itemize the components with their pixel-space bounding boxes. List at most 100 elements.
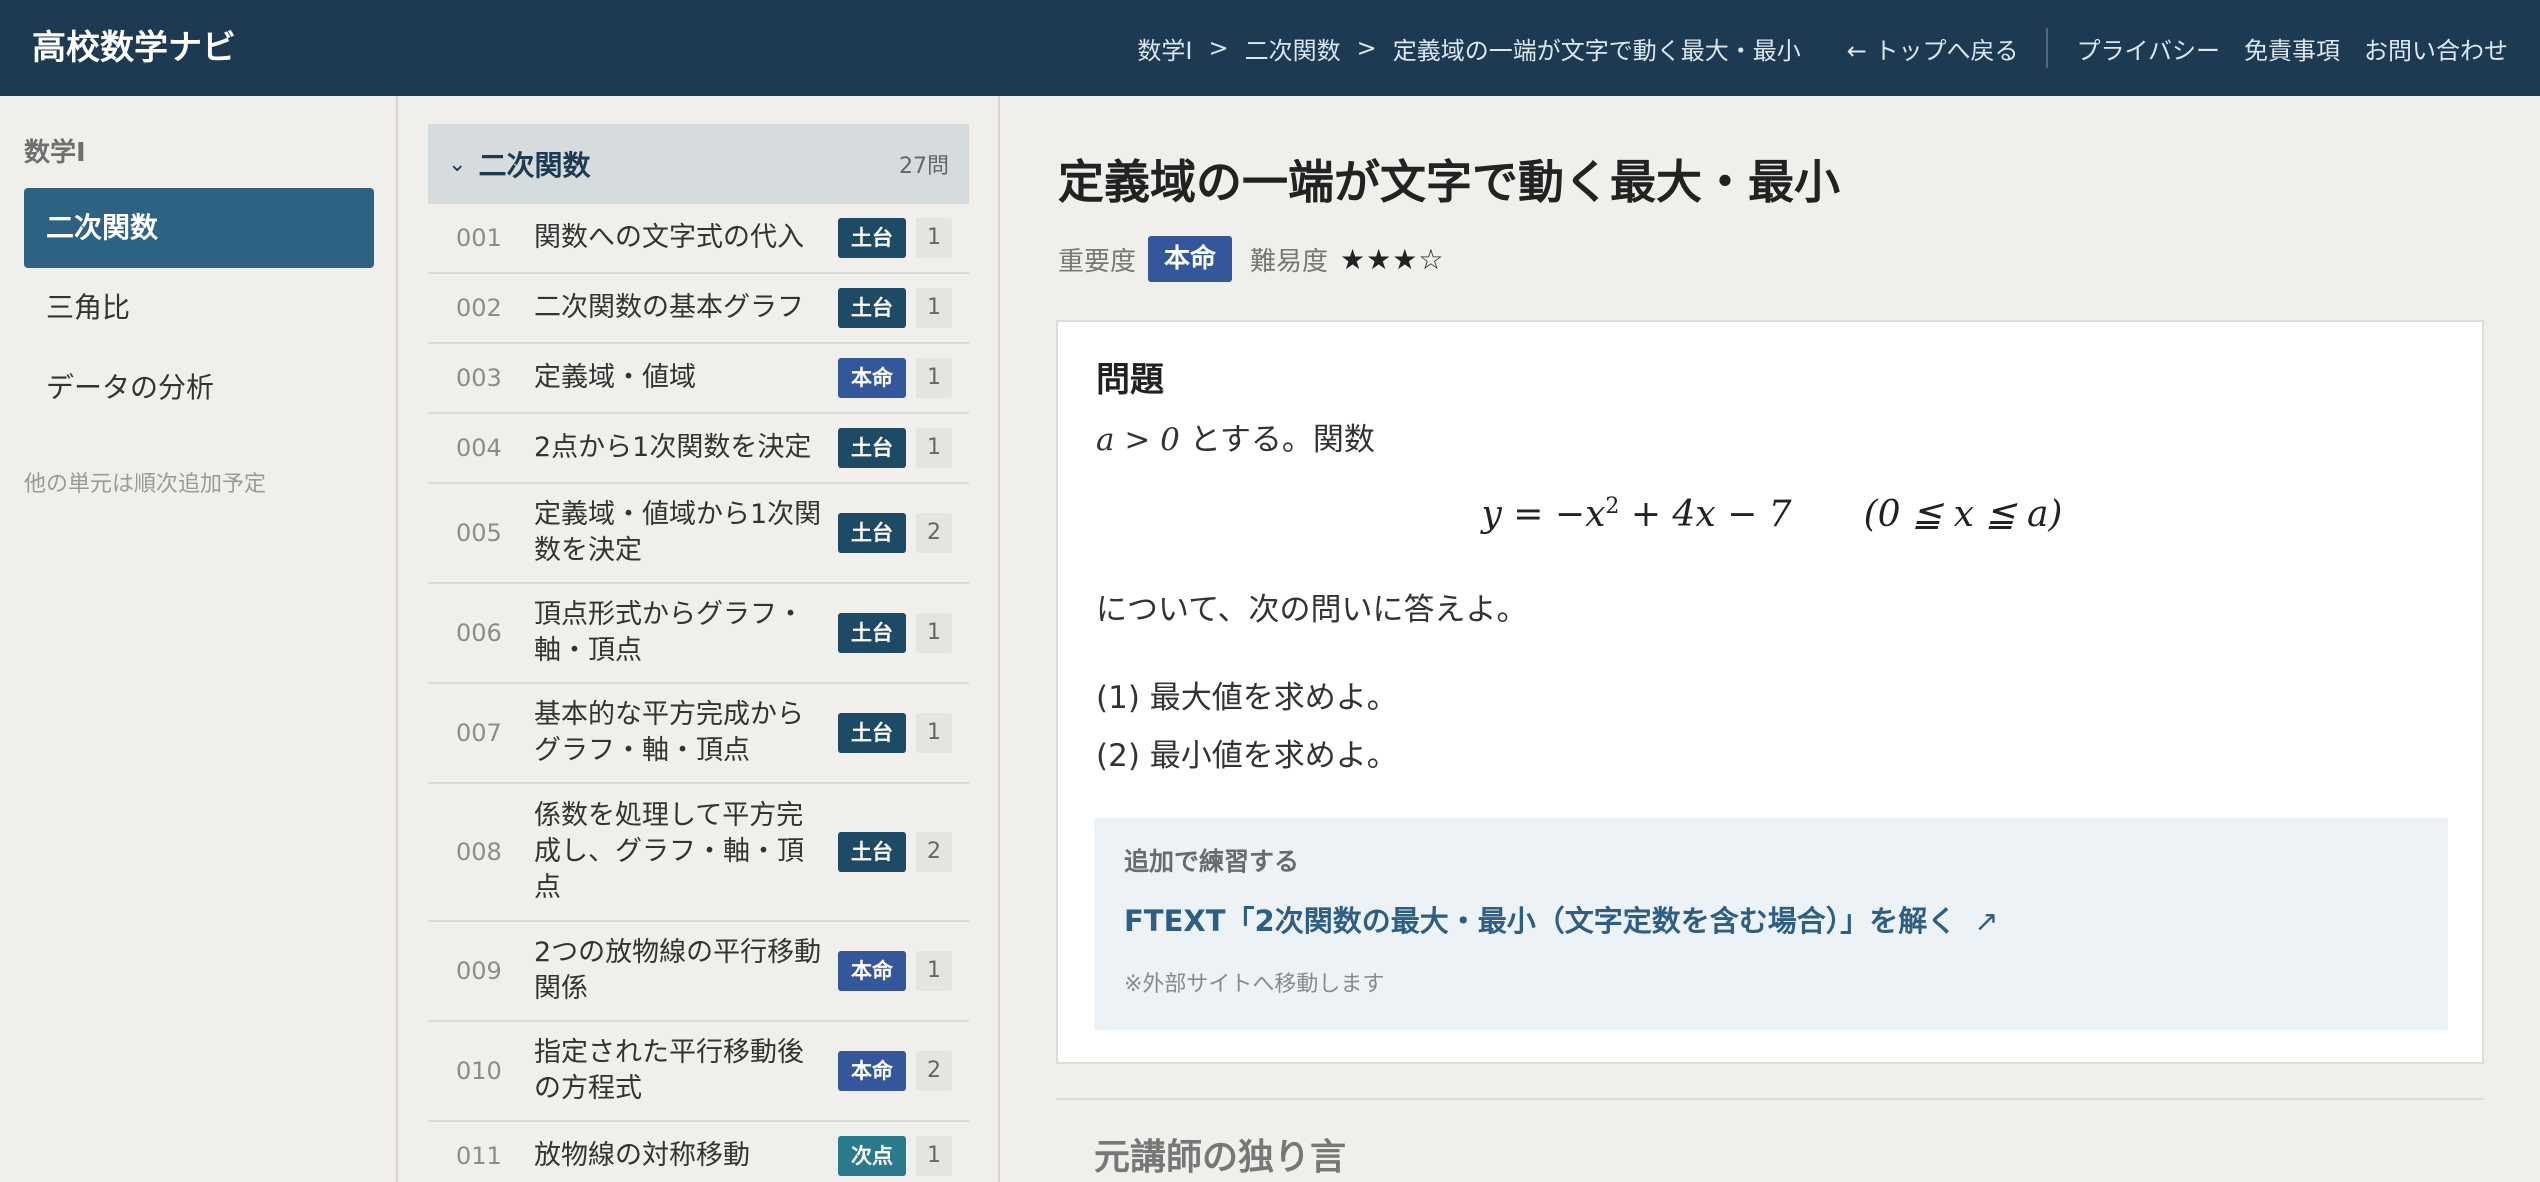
problem-number: 006 bbox=[456, 619, 502, 647]
problem-list-item[interactable]: 003 定義域・値域 本命 1 bbox=[428, 344, 969, 414]
subquestion-count: 1 bbox=[916, 428, 952, 468]
subquestion-count: 1 bbox=[916, 713, 952, 753]
site-logo[interactable]: 高校数学ナビ bbox=[32, 0, 236, 96]
condition-math: a > 0 bbox=[1096, 422, 1180, 458]
subquestion-count: 1 bbox=[916, 951, 952, 991]
problem-title: 関数への文字式の代入 bbox=[534, 222, 804, 253]
problem-number: 005 bbox=[456, 519, 502, 547]
problem-list-item[interactable]: 007 基本的な平方完成からグラフ・軸・頂点 土台 1 bbox=[428, 684, 969, 784]
function-formula: y = −x2 + 4x − 7 (0 ≦ x ≦ a) bbox=[1058, 494, 2486, 535]
back-to-top-link[interactable]: ← トップへ戻る bbox=[1847, 31, 2019, 66]
breadcrumb-separator: > bbox=[1356, 34, 1377, 62]
contact-link[interactable]: お問い合わせ bbox=[2364, 31, 2508, 66]
problem-number: 004 bbox=[456, 434, 502, 462]
difficulty-stars: ★★★☆ bbox=[1340, 242, 1445, 276]
external-practice-link[interactable]: FTEXT「2次関数の最大・最小（文字定数を含む場合）」を解く ↗ bbox=[1124, 898, 1999, 940]
problem-meta: 重要度 本命 難易度 ★★★☆ bbox=[1058, 236, 1444, 282]
problem-number: 010 bbox=[456, 1057, 502, 1085]
problem-number: 002 bbox=[456, 294, 502, 322]
subject-sidebar: 数学Ⅰ 二次関数 三角比 データの分析 他の単元は順次追加予定 bbox=[0, 96, 398, 1182]
problem-list-item[interactable]: 002 二次関数の基本グラフ 土台 1 bbox=[428, 274, 969, 344]
problem-instruction: について、次の問いに答えよ。 bbox=[1096, 592, 1528, 628]
problem-number: 007 bbox=[456, 719, 502, 747]
unit-title: 二次関数 bbox=[478, 149, 591, 182]
subquestion-count: 1 bbox=[916, 358, 952, 398]
sidebar-item-trigonometry[interactable]: 三角比 bbox=[24, 268, 374, 348]
problem-title: 頂点形式からグラフ・軸・頂点 bbox=[534, 599, 804, 666]
problem-number: 001 bbox=[456, 224, 502, 252]
problem-card: 問題 a > 0 とする。関数 y = −x2 + 4x − 7 (0 ≦ x ≦… bbox=[1056, 320, 2484, 1064]
unit-accordion-header[interactable]: ⌄ 二次関数 27問 bbox=[428, 124, 969, 204]
importance-badge: 土台 bbox=[838, 832, 906, 872]
problem-list-item[interactable]: 011 放物線の対称移動 次点 1 bbox=[428, 1122, 969, 1182]
problem-list-item[interactable]: 005 定義域・値域から1次関数を決定 土台 2 bbox=[428, 484, 969, 584]
nav-divider bbox=[2046, 28, 2049, 68]
intro-text: とする。関数 bbox=[1189, 422, 1375, 458]
importance-badge: 次点 bbox=[838, 1136, 906, 1176]
subquestion-count: 2 bbox=[916, 832, 952, 872]
problem-number: 011 bbox=[456, 1142, 502, 1170]
problem-title: 二次関数の基本グラフ bbox=[534, 292, 804, 323]
problem-list-column: ⌄ 二次関数 27問 001 関数への文字式の代入 土台 1 002 二次関数の基本グラフ… bbox=[400, 96, 1000, 1182]
importance-badge: 本命 bbox=[838, 1051, 906, 1091]
problem-number: 008 bbox=[456, 838, 502, 866]
external-link-icon: ↗ bbox=[1974, 904, 1999, 938]
importance-badge: 本命 bbox=[838, 358, 906, 398]
problem-intro: a > 0 とする。関数 bbox=[1096, 414, 1375, 459]
top-nav: 数学Ⅰ > 二次関数 > 定義域の一端が文字で動く最大・最小 ← トップへ戻る … bbox=[1137, 0, 2508, 96]
problem-title: 定義域・値域 bbox=[534, 362, 696, 393]
breadcrumb-current: 定義域の一端が文字で動く最大・最小 bbox=[1392, 36, 1801, 65]
problem-number: 003 bbox=[456, 364, 502, 392]
subquestion-count: 1 bbox=[916, 288, 952, 328]
breadcrumb-subject[interactable]: 数学Ⅰ bbox=[1137, 31, 1192, 66]
problem-title: 係数を処理して平方完成し、グラフ・軸・頂点 bbox=[534, 800, 804, 903]
problem-list: 001 関数への文字式の代入 土台 1 002 二次関数の基本グラフ 土台 1 003 定義域・値… bbox=[428, 204, 969, 1182]
formula-lhs: y = −x bbox=[1481, 494, 1606, 535]
problem-title: 指定された平行移動後の方程式 bbox=[534, 1037, 804, 1104]
external-link-text[interactable]: FTEXT「2次関数の最大・最小（文字定数を含む場合）」を解く bbox=[1124, 904, 1956, 938]
section-divider bbox=[1056, 1098, 2484, 1100]
top-bar: 高校数学ナビ 数学Ⅰ > 二次関数 > 定義域の一端が文字で動く最大・最小 ← … bbox=[0, 0, 2540, 96]
problem-list-item[interactable]: 008 係数を処理して平方完成し、グラフ・軸・頂点 土台 2 bbox=[428, 784, 969, 922]
main-content: 定義域の一端が文字で動く最大・最小 重要度 本命 難易度 ★★★☆ 問題 a >… bbox=[1002, 96, 2540, 1182]
subquestion-count: 2 bbox=[916, 513, 952, 553]
problem-title: 2点から1次関数を決定 bbox=[534, 432, 812, 463]
problem-list-item[interactable]: 004 2点から1次関数を決定 土台 1 bbox=[428, 414, 969, 484]
importance-badge: 土台 bbox=[838, 428, 906, 468]
problem-list-item[interactable]: 001 関数への文字式の代入 土台 1 bbox=[428, 204, 969, 274]
formula-exponent: 2 bbox=[1605, 494, 1620, 519]
problem-title: 2つの放物線の平行移動関係 bbox=[534, 937, 822, 1004]
importance-badge: 土台 bbox=[838, 218, 906, 258]
problem-title: 基本的な平方完成からグラフ・軸・頂点 bbox=[534, 699, 804, 766]
subquestion-count: 1 bbox=[916, 1136, 952, 1176]
sidebar-note: 他の単元は順次追加予定 bbox=[24, 472, 267, 497]
importance-badge: 土台 bbox=[838, 513, 906, 553]
problem-count: 27問 bbox=[899, 154, 949, 179]
importance-badge: 土台 bbox=[838, 713, 906, 753]
problem-heading: 問題 bbox=[1096, 360, 1164, 400]
sidebar-subject-heading: 数学Ⅰ bbox=[24, 138, 86, 168]
breadcrumb-unit[interactable]: 二次関数 bbox=[1245, 31, 1341, 66]
breadcrumb-separator: > bbox=[1208, 34, 1229, 62]
commentary-heading: 元講師の独り言 bbox=[1094, 1137, 1347, 1178]
formula-rest: + 4x − 7 bbox=[1619, 494, 1792, 535]
subquestion-count: 1 bbox=[916, 613, 952, 653]
importance-label: 重要度 bbox=[1058, 246, 1137, 277]
importance-badge: 本命 bbox=[1148, 236, 1233, 282]
problem-number: 009 bbox=[456, 957, 502, 985]
chevron-down-icon: ⌄ bbox=[448, 151, 467, 177]
privacy-link[interactable]: プライバシー bbox=[2076, 31, 2220, 66]
problem-list-item[interactable]: 009 2つの放物線の平行移動関係 本命 1 bbox=[428, 922, 969, 1022]
extra-practice-box: 追加で練習する FTEXT「2次関数の最大・最小（文字定数を含む場合）」を解く ↗… bbox=[1094, 818, 2448, 1030]
sidebar-item-data-analysis[interactable]: データの分析 bbox=[24, 348, 374, 428]
disclaimer-link[interactable]: 免責事項 bbox=[2244, 31, 2340, 66]
problem-title: 定義域・値域から1次関数を決定 bbox=[534, 499, 822, 566]
sidebar-item-quadratic[interactable]: 二次関数 bbox=[24, 188, 374, 268]
formula-domain: (0 ≦ x ≦ a) bbox=[1863, 494, 2063, 535]
question-2: (2) 最小値を求めよ。 bbox=[1096, 738, 1398, 774]
problem-title: 放物線の対称移動 bbox=[534, 1140, 750, 1171]
problem-list-item[interactable]: 006 頂点形式からグラフ・軸・頂点 土台 1 bbox=[428, 584, 969, 684]
importance-badge: 土台 bbox=[838, 288, 906, 328]
problem-list-item[interactable]: 010 指定された平行移動後の方程式 本命 2 bbox=[428, 1022, 969, 1122]
subquestion-count: 1 bbox=[916, 218, 952, 258]
